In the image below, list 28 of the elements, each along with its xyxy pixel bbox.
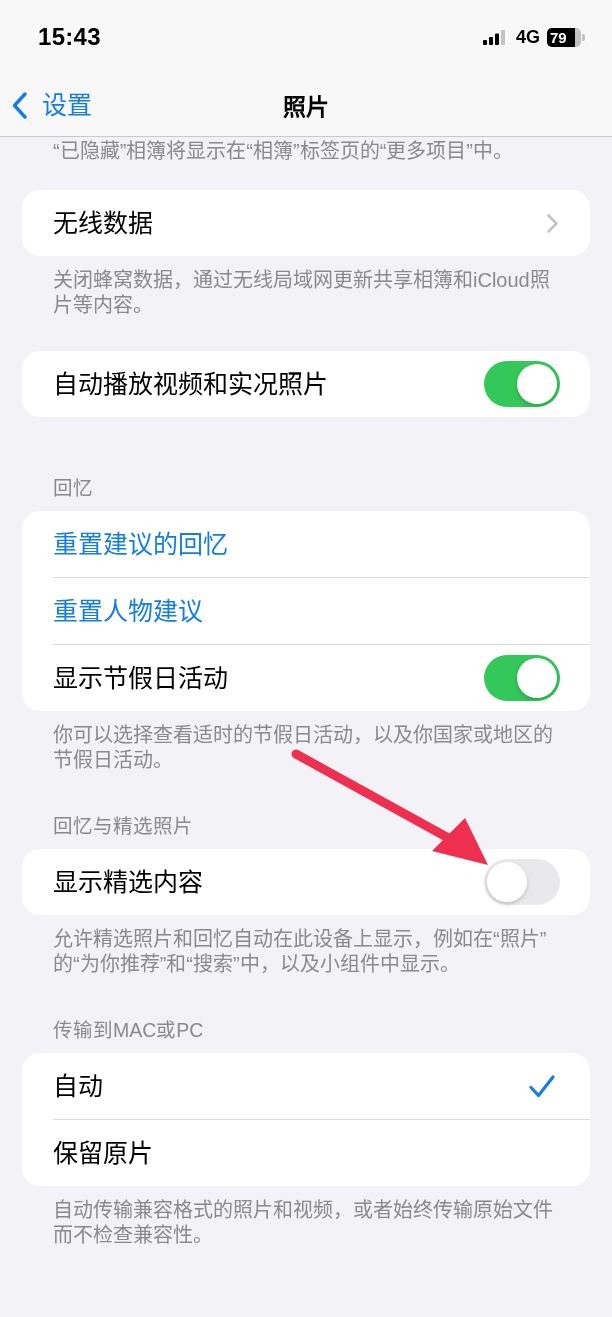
- section-footer: 允许精选照片和回忆自动在此设备上显示，例如在“照片”的“为你推荐”和“搜索”中，以及小组件中显示。: [22, 927, 590, 977]
- setting-label: 显示精选内容: [53, 867, 203, 898]
- section-footer: 自动传输兼容格式的照片和视频，或者始终传输原始文件而不检查兼容性。: [22, 1198, 590, 1248]
- back-button[interactable]: 设置: [0, 88, 96, 122]
- checkmark-icon: [529, 1074, 555, 1098]
- section-footer: “已隐藏”相簿将显示在“相簿”标签页的“更多项目”中。: [22, 138, 590, 164]
- signal-icon: [483, 29, 505, 45]
- section-header: 传输到MAC或PC: [52, 1018, 205, 1043]
- chevron-right-icon: [547, 213, 558, 233]
- section-header: 回忆与精选照片: [52, 814, 194, 839]
- battery-indicator: 79: [547, 27, 585, 47]
- chevron-left-icon: [12, 91, 27, 119]
- toggle-switch[interactable]: [484, 361, 560, 407]
- section-header: 回忆: [52, 476, 94, 501]
- action-link[interactable]: 重置建议的回忆: [53, 527, 228, 561]
- status-time: 15:43: [38, 23, 101, 51]
- setting-label: 自动播放视频和实况照片: [53, 369, 328, 400]
- action-link[interactable]: 重置人物建议: [53, 594, 203, 628]
- menu-item-label[interactable]: 无线数据: [53, 206, 153, 240]
- setting-label: 显示节假日活动: [53, 663, 228, 694]
- section-footer: 关闭蜂窝数据，通过无线局域网更新共享相簿和iCloud照片等内容。: [22, 268, 590, 318]
- page-title: 照片: [283, 93, 329, 122]
- option-row[interactable]: 自动: [53, 1053, 590, 1119]
- toggle-switch[interactable]: [484, 655, 560, 701]
- network-type: 4G: [516, 26, 540, 48]
- option-row[interactable]: 保留原片: [53, 1119, 590, 1186]
- section-footer: 你可以选择查看适时的节假日活动，以及你国家或地区的节假日活动。: [22, 723, 590, 773]
- toggle-switch[interactable]: [484, 859, 560, 905]
